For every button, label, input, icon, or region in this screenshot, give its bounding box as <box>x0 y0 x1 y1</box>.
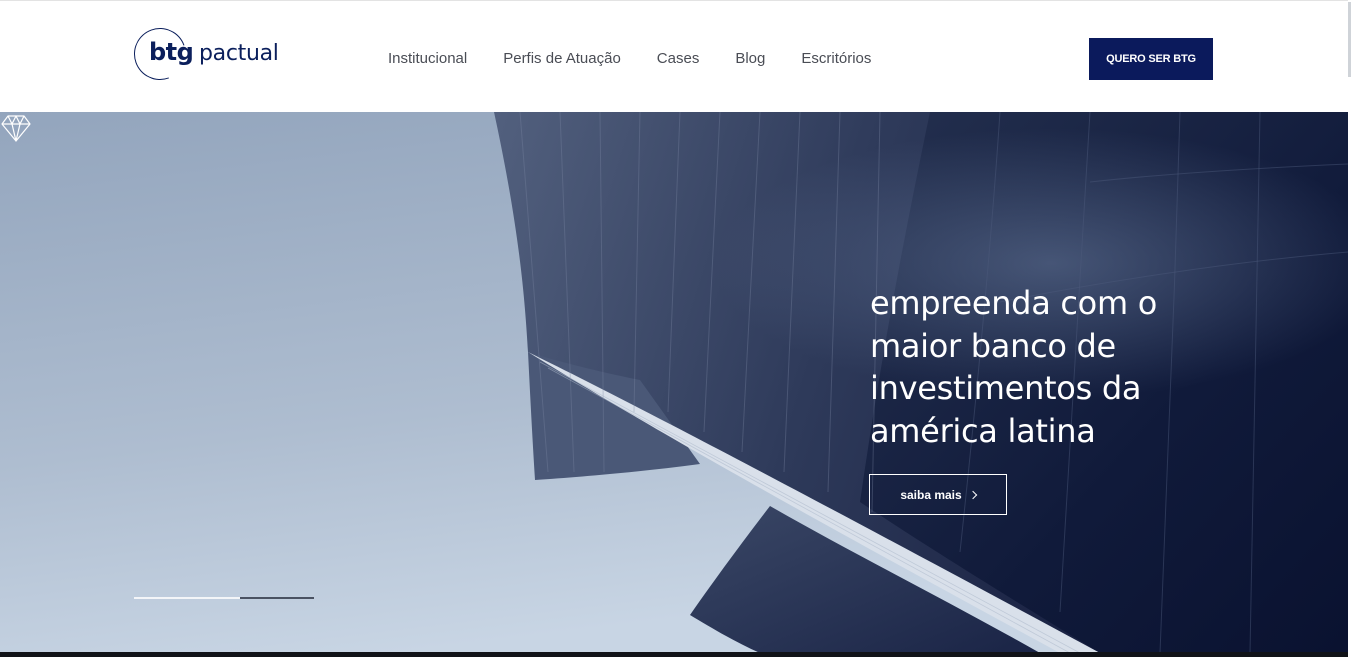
logo-wordmark-btg: btg <box>149 38 194 66</box>
nav-item-escritorios[interactable]: Escritórios <box>801 50 871 67</box>
btg-pactual-logo[interactable]: btg pactual <box>125 19 294 89</box>
nav-item-cases[interactable]: Cases <box>657 50 700 67</box>
nav-item-blog[interactable]: Blog <box>735 50 765 67</box>
saiba-mais-button[interactable]: saiba mais <box>869 474 1007 515</box>
slide-indicator-1[interactable] <box>134 597 240 599</box>
page: btg pactual Institucional Perfis de Atua… <box>0 0 1348 657</box>
slide-indicator <box>134 597 314 599</box>
diamond-icon <box>1 115 31 142</box>
logo-wordmark-pactual: pactual <box>199 41 279 66</box>
saiba-mais-label: saiba mais <box>900 487 962 502</box>
hero-banner: empreenda com o maior banco de investime… <box>0 112 1348 653</box>
hero-headline: empreenda com o maior banco de investime… <box>870 284 1157 450</box>
page-bottom-edge <box>0 652 1348 657</box>
nav-item-institucional[interactable]: Institucional <box>388 50 467 67</box>
slide-indicator-2[interactable] <box>240 597 314 599</box>
chevron-right-icon <box>968 490 977 500</box>
quero-ser-btg-button[interactable]: QUERO SER BTG <box>1089 38 1213 80</box>
nav-item-perfis-de-atuacao[interactable]: Perfis de Atuação <box>503 50 621 67</box>
main-nav: Institucional Perfis de Atuação Cases Bl… <box>388 50 871 67</box>
site-header: btg pactual Institucional Perfis de Atua… <box>0 2 1348 112</box>
